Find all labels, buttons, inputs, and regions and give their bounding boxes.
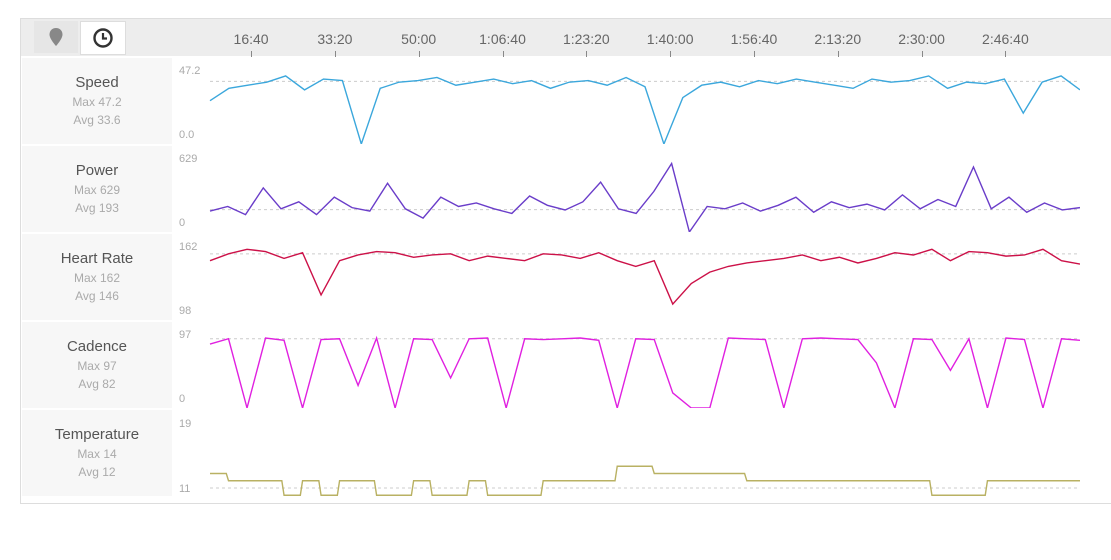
y-min-label: 0 — [179, 393, 185, 405]
series-line — [209, 75, 1080, 144]
x-tick-mark — [1005, 51, 1007, 57]
x-tick-mark — [418, 51, 420, 57]
series-line — [210, 465, 1080, 496]
x-tick-mark — [251, 51, 253, 57]
x-tick-mark — [921, 51, 923, 57]
y-min-label: 0 — [179, 217, 185, 229]
activity-charts: 16:40 33:20 50:00 1:06:40 1:23:20 1:40:00 1:56… — [0, 0, 1111, 560]
x-tick-label: 2:30:00 — [898, 31, 945, 47]
x-tick-label: 1:23:20 — [562, 31, 610, 47]
y-max-label: 19 — [179, 418, 191, 430]
distance-axis-button[interactable] — [34, 21, 78, 53]
time-axis-header: 16:40 33:20 50:00 1:06:40 1:23:20 1:40:00 1:56… — [21, 19, 1111, 57]
x-tick-mark — [753, 51, 755, 57]
metric-row-heart-rate: Heart Rate Max 162 Avg 146 162 98 — [21, 234, 1080, 320]
metric-plot: 1911 — [179, 418, 1080, 496]
x-tick-label: 2:13:20 — [814, 31, 862, 47]
y-max-label: 162 — [179, 241, 197, 253]
series-line — [209, 248, 1080, 306]
x-tick-mark — [334, 51, 336, 57]
x-tick-mark — [837, 51, 839, 57]
x-tick-label: 16:40 — [233, 31, 269, 47]
metric-row-speed: Speed Max 47.2 Avg 33.6 47.2 0.0 — [21, 58, 1080, 144]
x-tick-label: 2:46:40 — [982, 31, 1029, 47]
y-max-label: 629 — [179, 153, 197, 165]
metric-row-cadence: Cadence Max 97 Avg 82 97 0 — [21, 322, 1080, 408]
series-line — [209, 335, 1080, 408]
metric-row-temperature: Temperature Max 14 Avg 12 19 11 — [21, 410, 1080, 496]
metric-plot: 629 0 — [179, 153, 1080, 232]
metric-plot: 162 98 — [179, 241, 1080, 317]
y-max-label: 47.2 — [179, 65, 200, 77]
chart-panel: 16:40 33:20 50:00 1:06:40 1:23:20 1:40:00 1:56… — [20, 18, 1111, 504]
x-tick-mark — [670, 51, 672, 57]
x-tick-label: 1:06:40 — [479, 31, 526, 47]
time-axis-button[interactable] — [80, 21, 126, 55]
series-line — [209, 161, 1080, 232]
y-min-label: 11 — [179, 483, 190, 495]
metric-row-power: Power Max 629 Avg 193 629 0 — [21, 146, 1080, 232]
x-tick-label: 50:00 — [401, 31, 437, 47]
x-tick-mark — [586, 51, 588, 57]
map-pin-icon — [49, 28, 63, 46]
clock-icon — [93, 28, 113, 48]
metric-plot: 97 0 — [179, 329, 1080, 408]
x-tick-label: 33:20 — [317, 31, 353, 47]
y-min-label: 0.0 — [179, 129, 194, 141]
y-max-label: 97 — [179, 329, 191, 341]
x-tick-mark — [502, 51, 504, 57]
x-tick-label: 1:56:40 — [730, 31, 778, 47]
metric-plot: 47.2 0.0 — [179, 65, 1080, 144]
y-min-label: 98 — [179, 305, 191, 317]
x-tick-label: 1:40:00 — [646, 31, 694, 47]
